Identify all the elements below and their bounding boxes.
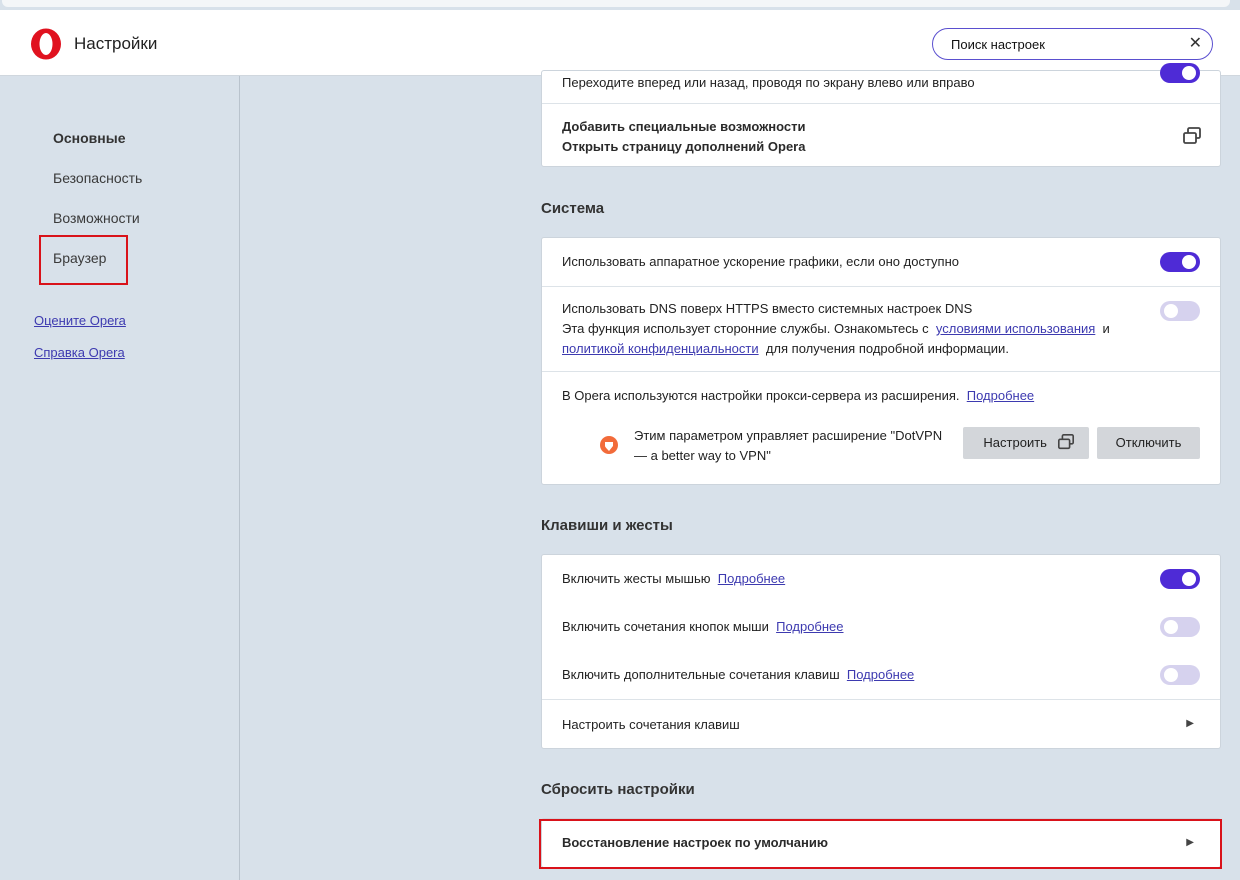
mouse-buttons-toggle[interactable]: [1160, 617, 1200, 637]
highlight-browser: [39, 235, 128, 285]
sidebar-item-security[interactable]: Безопасность: [53, 170, 142, 186]
extra-keys-label: Включить дополнительные сочетания клавиш: [562, 667, 840, 682]
hw-accel-toggle[interactable]: [1160, 252, 1200, 272]
extra-keys-more-link[interactable]: Подробнее: [847, 667, 914, 682]
configure-extension-button[interactable]: Настроить: [963, 427, 1089, 459]
terms-link[interactable]: условиями использования: [936, 321, 1095, 336]
extension-line2: — a better way to VPN": [634, 448, 771, 463]
system-section-title: Система: [541, 200, 605, 217]
configure-keys-row[interactable]: Настроить сочетания клавиш ▶: [542, 699, 1220, 749]
mouse-gestures-label: Включить жесты мышью: [562, 571, 711, 586]
accessibility-title: Добавить специальные возможности: [562, 119, 806, 134]
proxy-more-link[interactable]: Подробнее: [967, 388, 1034, 403]
reset-section-title: Сбросить настройки: [541, 781, 695, 798]
hw-accel-label: Использовать аппаратное ускорение график…: [562, 254, 959, 269]
extra-keys-row: Включить дополнительные сочетания клавиш…: [542, 651, 1220, 699]
toggle-knob: [1182, 255, 1196, 269]
settings-content: Переходите вперед или назад, проводя по …: [240, 63, 1240, 880]
mouse-gestures-more-link[interactable]: Подробнее: [718, 571, 785, 586]
toggle-knob: [1164, 304, 1178, 318]
dns-row: Использовать DNS поверх HTTPS вместо сис…: [542, 286, 1220, 371]
extension-line1: Этим параметром управляет расширение "Do…: [634, 428, 943, 443]
extra-keys-toggle[interactable]: [1160, 665, 1200, 685]
configure-keys-label: Настроить сочетания клавиш: [562, 717, 740, 732]
rate-opera-link[interactable]: Оцените Opera: [34, 313, 126, 328]
dotvpn-extension-icon: [600, 436, 618, 454]
highlight-restore: [539, 819, 1222, 869]
dns-and-text: и: [1102, 321, 1110, 336]
disable-extension-button[interactable]: Отключить: [1097, 427, 1200, 459]
dns-toggle[interactable]: [1160, 301, 1200, 321]
swipe-label: Переходите вперед или назад, проводя по …: [562, 75, 975, 90]
open-external-icon: [1057, 433, 1074, 450]
sidebar-item-features[interactable]: Возможности: [53, 210, 140, 226]
swipe-row: Переходите вперед или назад, проводя по …: [542, 63, 1220, 103]
system-card: Использовать аппаратное ускорение график…: [541, 237, 1221, 485]
window-top-strip: [0, 0, 1240, 10]
extra-keys-line: Включить дополнительные сочетания клавиш…: [562, 665, 914, 685]
toggle-knob: [1164, 668, 1178, 682]
toggle-knob: [1182, 66, 1196, 80]
open-external-icon[interactable]: [1182, 126, 1202, 146]
chevron-right-icon[interactable]: ▶: [1186, 718, 1194, 729]
search-input[interactable]: [951, 35, 1171, 53]
proxy-line: В Opera используются настройки прокси-се…: [562, 386, 1034, 406]
tab-strip: [2, 0, 1230, 7]
mouse-gestures-line: Включить жесты мышью Подробнее: [562, 569, 785, 589]
toggle-knob: [1182, 572, 1196, 586]
dns-title: Использовать DNS поверх HTTPS вместо сис…: [562, 301, 973, 316]
toggle-knob: [1164, 620, 1178, 634]
privacy-link[interactable]: политикой конфиденциальности: [562, 341, 759, 356]
mouse-gestures-row: Включить жесты мышью Подробнее: [542, 555, 1220, 603]
hw-accel-row: Использовать аппаратное ускорение график…: [542, 238, 1220, 286]
dns-desc-line1: Эта функция использует сторонние службы.…: [562, 319, 1110, 339]
swipe-toggle[interactable]: [1160, 63, 1200, 83]
mouse-buttons-label: Включить сочетания кнопок мыши: [562, 619, 769, 634]
dns-desc-tail: для получения подробной информации.: [765, 341, 1009, 356]
opera-help-link[interactable]: Справка Opera: [34, 345, 125, 360]
keys-section-title: Клавиши и жесты: [541, 517, 673, 534]
mouse-buttons-more-link[interactable]: Подробнее: [776, 619, 843, 634]
sidebar-item-basic[interactable]: Основные: [53, 130, 126, 146]
settings-header: Настройки ✕: [0, 10, 1240, 76]
accessibility-card: Переходите вперед или назад, проводя по …: [541, 63, 1221, 167]
proxy-row: В Opera используются настройки прокси-се…: [542, 371, 1220, 485]
keys-card: Включить жесты мышью Подробнее Включить …: [541, 554, 1221, 749]
opera-logo-icon: [31, 28, 61, 60]
configure-label: Настроить: [983, 435, 1047, 450]
add-accessibility-row[interactable]: Добавить специальные возможности Открыть…: [542, 103, 1220, 167]
proxy-text: В Opera используются настройки прокси-се…: [562, 388, 960, 403]
accessibility-subtitle: Открыть страницу дополнений Opera: [562, 139, 806, 154]
search-box[interactable]: ✕: [932, 28, 1213, 60]
page-title: Настройки: [74, 34, 158, 53]
mouse-buttons-row: Включить сочетания кнопок мыши Подробнее: [542, 603, 1220, 651]
close-icon[interactable]: ✕: [1189, 34, 1202, 54]
dns-desc-text: Эта функция использует сторонние службы.…: [562, 321, 929, 336]
sidebar: Основные Безопасность Возможности Браузе…: [0, 76, 240, 880]
mouse-gestures-toggle[interactable]: [1160, 569, 1200, 589]
mouse-buttons-line: Включить сочетания кнопок мыши Подробнее: [562, 617, 844, 637]
dns-desc-line2: политикой конфиденциальности для получен…: [562, 339, 1009, 359]
